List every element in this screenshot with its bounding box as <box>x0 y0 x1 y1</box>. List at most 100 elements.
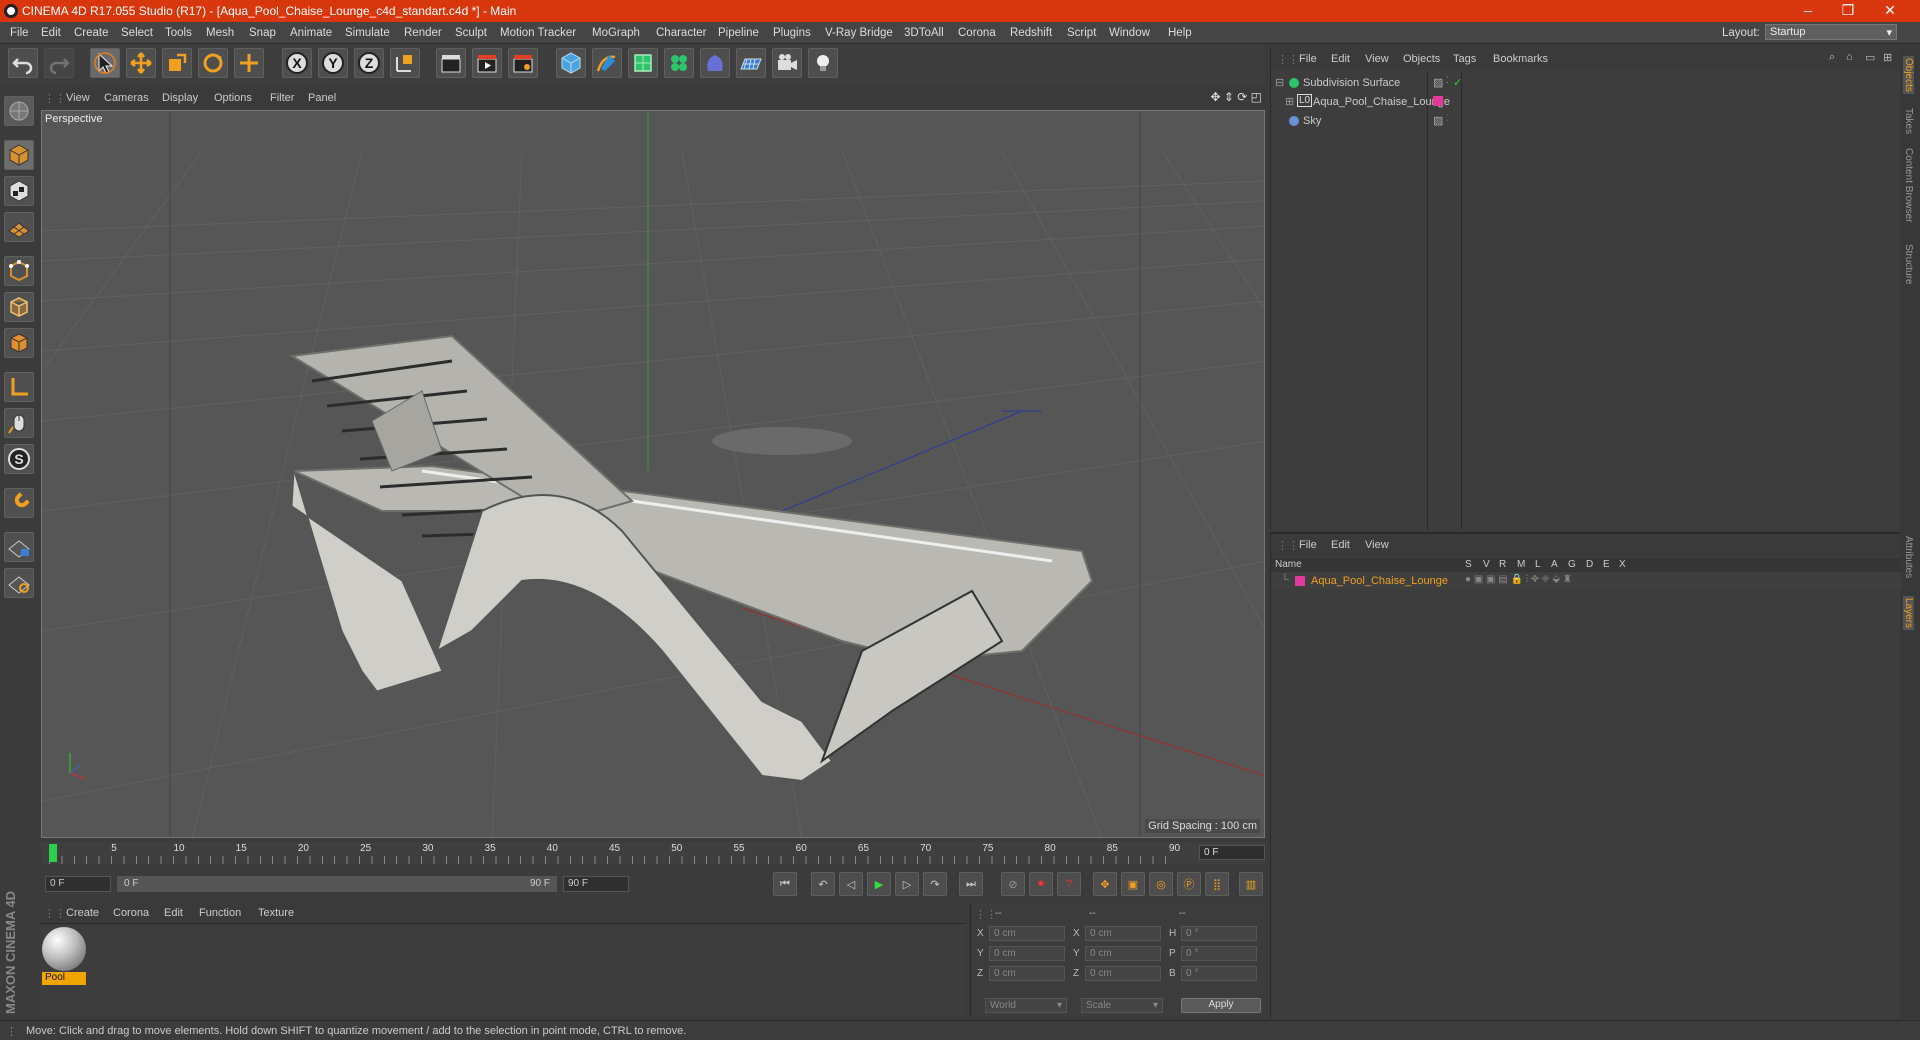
menu-select[interactable]: Select <box>121 27 153 39</box>
material-menu-edit[interactable]: Edit <box>164 907 183 919</box>
rotation-h-field[interactable]: 0 ° <box>1181 926 1257 941</box>
render-view-button[interactable] <box>436 48 466 78</box>
material-menu-texture[interactable]: Texture <box>258 907 294 919</box>
tab-attributes[interactable]: Attributes <box>1903 536 1914 578</box>
menu-motion-tracker[interactable]: Motion Tracker <box>500 27 576 39</box>
coordinate-system-button[interactable] <box>390 48 420 78</box>
menu-simulate[interactable]: Simulate <box>345 27 390 39</box>
layers-menu-file[interactable]: File <box>1299 539 1317 551</box>
material-menu-corona[interactable]: Corona <box>113 907 149 919</box>
start-frame-field[interactable]: 0 F <box>45 876 111 892</box>
tab-objects[interactable]: Objects <box>1903 56 1914 94</box>
objects-menu-view[interactable]: View <box>1365 53 1389 65</box>
viewport-menu-view[interactable]: View <box>66 92 90 104</box>
current-frame-field[interactable]: 0 F <box>1199 845 1265 860</box>
snapping-button[interactable] <box>4 488 34 518</box>
viewport-menu-display[interactable]: Display <box>162 92 198 104</box>
objects-menu-file[interactable]: File <box>1299 53 1317 65</box>
minimize-button[interactable]: – <box>1788 2 1828 18</box>
playhead-marker[interactable] <box>49 844 57 862</box>
key-scale-button[interactable]: ▣ <box>1121 872 1145 896</box>
z-axis-lock-button[interactable]: Z <box>354 48 384 78</box>
viewport-menu-panel[interactable]: Panel <box>308 92 336 104</box>
menu-snap[interactable]: Snap <box>249 27 276 39</box>
layer-color-swatch[interactable] <box>1295 576 1305 586</box>
menu-render[interactable]: Render <box>404 27 442 39</box>
planar-workplane-button[interactable] <box>4 568 34 598</box>
enabled-checkmark-icon[interactable]: ✓ <box>1453 76 1462 89</box>
size-x-field[interactable]: 0 cm <box>1085 926 1161 941</box>
add-generator-button[interactable] <box>628 48 658 78</box>
expand-icon[interactable]: ⊞ <box>1285 95 1294 108</box>
menu-mesh[interactable]: Mesh <box>206 27 234 39</box>
keyframe-selection-button[interactable]: ? <box>1057 872 1081 896</box>
menu-3dtoall[interactable]: 3DToAll <box>904 27 944 39</box>
visibility-dots-icon[interactable]: ⁚ <box>1446 94 1449 105</box>
end-frame-field[interactable]: 90 F <box>563 876 629 892</box>
key-param-button[interactable]: Ⓟ <box>1177 872 1201 896</box>
tab-takes[interactable]: Takes <box>1903 108 1914 134</box>
move-tool-button[interactable] <box>126 48 156 78</box>
make-editable-button[interactable] <box>4 96 34 126</box>
tab-content-browser[interactable]: Content Browser <box>1903 148 1914 222</box>
rotation-p-field[interactable]: 0 ° <box>1181 946 1257 961</box>
add-light-button[interactable] <box>808 48 838 78</box>
object-row-sky[interactable]: Sky ▨ ⁚ <box>1271 112 1901 130</box>
chaise-lounge-model[interactable] <box>289 334 1094 783</box>
add-deformer-button[interactable] <box>700 48 730 78</box>
menu-character[interactable]: Character <box>656 27 707 39</box>
add-mograph-button[interactable] <box>664 48 694 78</box>
layer-swatch-icon[interactable]: ▨ <box>1433 76 1443 89</box>
y-axis-lock-button[interactable]: Y <box>318 48 348 78</box>
live-selection-button[interactable] <box>90 48 120 78</box>
search-icon[interactable]: ⌕ <box>1829 51 1835 64</box>
layer-name[interactable]: Aqua_Pool_Chaise_Lounge <box>1311 575 1448 587</box>
viewport-scene[interactable] <box>42 111 1265 838</box>
menu-corona[interactable]: Corona <box>958 27 996 39</box>
perspective-viewport[interactable]: Perspective Grid Spacing : 100 cm <box>41 110 1265 838</box>
viewport-menu-filter[interactable]: Filter <box>270 92 294 104</box>
goto-start-button[interactable]: ⏮ <box>773 872 797 896</box>
scale-tool-button[interactable] <box>162 48 192 78</box>
material-menu-create[interactable]: Create <box>66 907 99 919</box>
position-y-field[interactable]: 0 cm <box>989 946 1065 961</box>
size-mode-select[interactable]: Scale ▾ <box>1081 998 1163 1013</box>
menu-edit[interactable]: Edit <box>41 27 61 39</box>
menu-help[interactable]: Help <box>1168 27 1192 39</box>
apply-button[interactable]: Apply <box>1181 998 1261 1013</box>
rotate-tool-button[interactable] <box>198 48 228 78</box>
play-button[interactable]: ▶ <box>867 872 891 896</box>
layout-select[interactable]: Startup ▾ <box>1765 24 1897 40</box>
tab-structure[interactable]: Structure <box>1903 244 1914 285</box>
objects-menu-edit[interactable]: Edit <box>1331 53 1350 65</box>
points-mode-button[interactable] <box>4 256 34 286</box>
coord-system-select[interactable]: World ▾ <box>985 998 1067 1013</box>
layer-swatch-icon[interactable]: ▨ <box>1433 114 1443 127</box>
key-pla-button[interactable]: ⣿ <box>1205 872 1229 896</box>
viewport-nav-icons[interactable]: ✥ ⇕ ⟳ ◰ <box>1210 90 1262 104</box>
object-row-chaise-lounge[interactable]: ⊞ L0 Aqua_Pool_Chaise_Lounge ⁚ <box>1271 93 1901 111</box>
next-frame-button[interactable]: ▷ <box>895 872 919 896</box>
key-position-button[interactable]: ✥ <box>1093 872 1117 896</box>
undo-button[interactable] <box>8 48 38 78</box>
size-y-field[interactable]: 0 cm <box>1085 946 1161 961</box>
record-keys-button[interactable]: ⊘ <box>1001 872 1025 896</box>
axis-mode-button[interactable] <box>4 372 34 402</box>
home-icon[interactable]: ⌂ <box>1846 51 1853 63</box>
tweak-mode-button[interactable] <box>4 408 34 438</box>
collapse-icon[interactable]: ⊟ <box>1275 76 1284 89</box>
material-name[interactable]: Pool <box>42 972 86 985</box>
add-environment-button[interactable] <box>736 48 766 78</box>
objects-menu-bookmarks[interactable]: Bookmarks <box>1493 53 1548 65</box>
key-rotation-button[interactable]: ◎ <box>1149 872 1173 896</box>
restore-button[interactable]: ❐ <box>1828 2 1868 19</box>
menu-redshift[interactable]: Redshift <box>1010 27 1052 39</box>
menu-script[interactable]: Script <box>1067 27 1096 39</box>
menu-sculpt[interactable]: Sculpt <box>455 27 487 39</box>
objects-menu-objects[interactable]: Objects <box>1403 53 1440 65</box>
menu-plugins[interactable]: Plugins <box>773 27 811 39</box>
polygons-mode-button[interactable] <box>4 328 34 358</box>
menu-file[interactable]: File <box>10 27 29 39</box>
texture-mode-button[interactable] <box>4 176 34 206</box>
recent-tool-button[interactable] <box>234 48 264 78</box>
